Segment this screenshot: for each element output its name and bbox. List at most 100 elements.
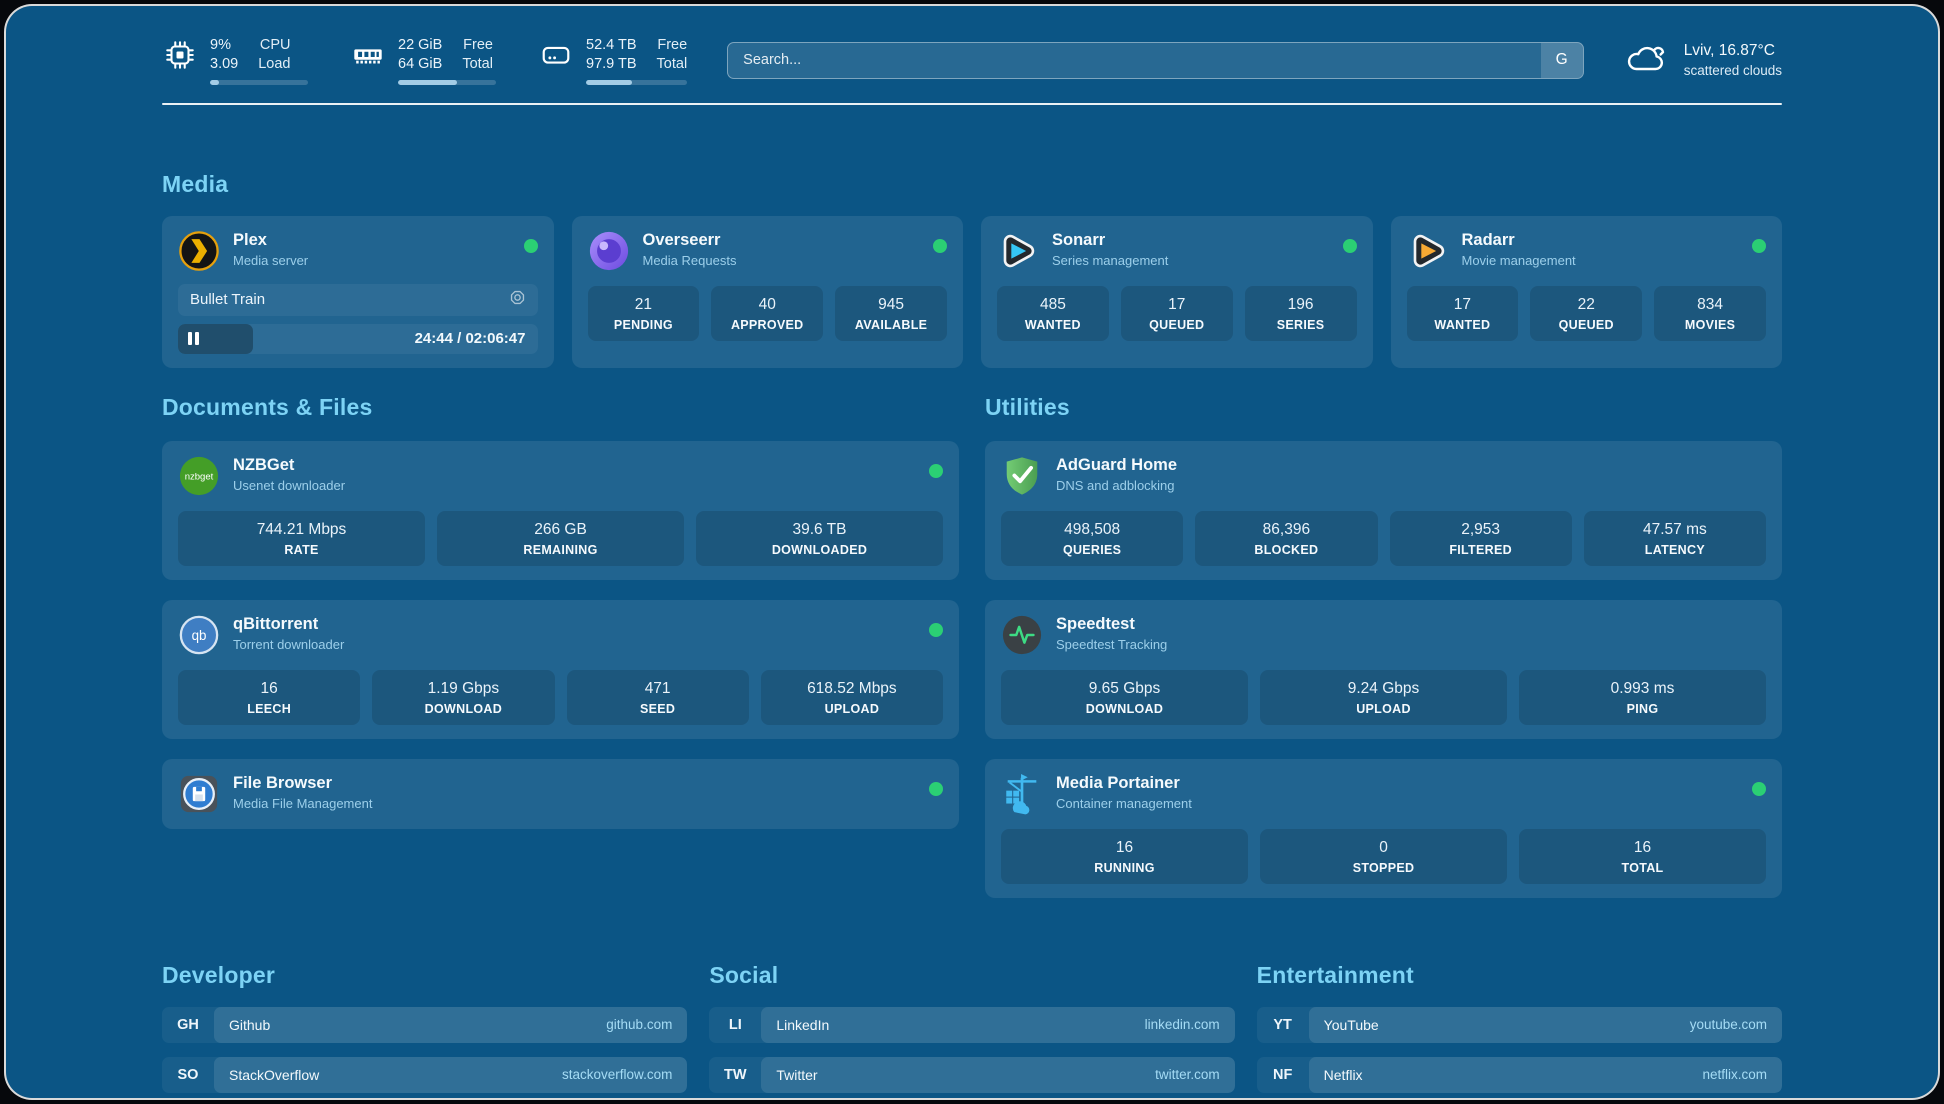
documents-column: Documents & Files nzbget NZBGet Usenet d: [162, 394, 959, 898]
bookmark-twitter[interactable]: TW Twitter twitter.com: [709, 1057, 1234, 1093]
portainer-title: Media Portainer: [1056, 774, 1192, 793]
bookmark-name: Netflix: [1324, 1067, 1363, 1083]
section-title-entertainment: Entertainment: [1257, 962, 1782, 989]
header-divider: [162, 103, 1782, 105]
section-title-utilities: Utilities: [985, 394, 1782, 421]
disk-progress-bar: [586, 80, 687, 85]
speedtest-card[interactable]: Speedtest Speedtest Tracking 9.65 Gbps D…: [985, 600, 1782, 739]
sonarr-wanted-tile: 485 WANTED: [997, 286, 1109, 341]
bookmark-linkedin[interactable]: LI LinkedIn linkedin.com: [709, 1007, 1234, 1043]
overseerr-status-dot: [933, 239, 947, 253]
nzbget-title: NZBGet: [233, 456, 345, 475]
pause-button[interactable]: [188, 332, 199, 345]
plex-title: Plex: [233, 231, 308, 250]
qbittorrent-download-tile: 1.19 Gbps DOWNLOAD: [372, 670, 554, 725]
portainer-stopped-tile: 0 STOPPED: [1260, 829, 1507, 884]
search-input[interactable]: [728, 52, 1541, 68]
speedtest-title: Speedtest: [1056, 615, 1167, 634]
section-title-media: Media: [162, 171, 1782, 198]
overseerr-card[interactable]: Overseerr Media Requests 21 PENDING 40 A…: [572, 216, 964, 368]
plex-now-playing-title: Bullet Train: [190, 291, 265, 308]
weather-location: Lviv, 16.87°C: [1684, 41, 1782, 62]
svg-text:nzbget: nzbget: [185, 471, 214, 482]
bookmark-stackoverflow[interactable]: SO StackOverflow stackoverflow.com: [162, 1057, 687, 1093]
radarr-queued-tile: 22 QUEUED: [1530, 286, 1642, 341]
bookmark-url: github.com: [606, 1017, 672, 1032]
search-bar: G: [727, 42, 1584, 79]
memory-icon: [350, 37, 386, 73]
portainer-card[interactable]: Media Portainer Container management 16 …: [985, 759, 1782, 898]
adguard-icon: [1001, 455, 1043, 497]
filebrowser-subtitle: Media File Management: [233, 796, 372, 811]
bookmark-url: stackoverflow.com: [562, 1067, 672, 1082]
filebrowser-card[interactable]: File Browser Media File Management: [162, 759, 959, 829]
speedtest-ping-tile: 0.993 ms PING: [1519, 670, 1766, 725]
overseerr-icon: [588, 230, 630, 272]
disk-free-value: 52.4 TB: [586, 36, 637, 55]
portainer-subtitle: Container management: [1056, 796, 1192, 811]
speedtest-upload-tile: 9.24 Gbps UPLOAD: [1260, 670, 1507, 725]
sonarr-icon: [997, 230, 1039, 272]
bookmark-name: LinkedIn: [776, 1017, 829, 1033]
plex-status-dot: [524, 239, 538, 253]
memory-stat: 22 GiB 64 GiB Free Total: [350, 36, 496, 85]
cpu-load-label: Load: [258, 55, 290, 74]
cpu-stat: 9% 3.09 CPU Load: [162, 36, 308, 85]
disk-total-value: 97.9 TB: [586, 55, 637, 74]
bookmark-url: linkedin.com: [1145, 1017, 1220, 1032]
bookmark-github[interactable]: GH Github github.com: [162, 1007, 687, 1043]
memory-free-value: 22 GiB: [398, 36, 442, 55]
qbittorrent-leech-tile: 16 LEECH: [178, 670, 360, 725]
overseerr-pending-tile: 21 PENDING: [588, 286, 700, 341]
memory-free-label: Free: [462, 36, 493, 55]
radarr-movies-tile: 834 MOVIES: [1654, 286, 1766, 341]
bookmark-netflix[interactable]: NF Netflix netflix.com: [1257, 1057, 1782, 1093]
social-links-column: Social LI LinkedIn linkedin.com TW Twitt…: [709, 962, 1234, 1098]
radarr-card[interactable]: Radarr Movie management 17 WANTED 22 QUE…: [1391, 216, 1783, 368]
bookmark-name: StackOverflow: [229, 1067, 319, 1083]
sonarr-series-tile: 196 SERIES: [1245, 286, 1357, 341]
memory-total-label: Total: [462, 55, 493, 74]
disk-total-label: Total: [657, 55, 688, 74]
qbittorrent-seed-tile: 471 SEED: [567, 670, 749, 725]
weather-condition: scattered clouds: [1684, 62, 1782, 80]
entertainment-links-column: Entertainment YT YouTube youtube.com NF …: [1257, 962, 1782, 1098]
portainer-status-dot: [1752, 782, 1766, 796]
section-title-social: Social: [709, 962, 1234, 989]
adguard-latency-tile: 47.57 ms LATENCY: [1584, 511, 1766, 566]
overseerr-available-tile: 945 AVAILABLE: [835, 286, 947, 341]
section-title-developer: Developer: [162, 962, 687, 989]
dashboard-page: 9% 3.09 CPU Load: [6, 6, 1938, 1098]
radarr-subtitle: Movie management: [1462, 253, 1576, 268]
bookmark-abbr: GH: [162, 1007, 214, 1043]
system-stats: 9% 3.09 CPU Load: [162, 36, 687, 85]
portainer-icon: [1001, 773, 1043, 815]
adguard-subtitle: DNS and adblocking: [1056, 478, 1177, 493]
qbittorrent-card[interactable]: qb qBittorrent Torrent downloader 16 LEE…: [162, 600, 959, 739]
bookmark-name: Twitter: [776, 1067, 817, 1083]
adguard-card[interactable]: AdGuard Home DNS and adblocking 498,508 …: [985, 441, 1782, 580]
plex-now-playing-row: Bullet Train: [178, 284, 538, 316]
qbittorrent-subtitle: Torrent downloader: [233, 637, 344, 652]
weather-widget: Lviv, 16.87°C scattered clouds: [1624, 40, 1782, 81]
qbittorrent-icon: qb: [178, 614, 220, 656]
speedtest-subtitle: Speedtest Tracking: [1056, 637, 1167, 652]
qbittorrent-title: qBittorrent: [233, 615, 344, 634]
overseerr-approved-tile: 40 APPROVED: [711, 286, 823, 341]
plex-progress-row: 24:44 / 02:06:47: [178, 324, 538, 354]
disk-icon: [538, 37, 574, 73]
settings-icon[interactable]: [509, 289, 526, 310]
sonarr-card[interactable]: Sonarr Series management 485 WANTED 17 Q…: [981, 216, 1373, 368]
bookmark-abbr: NF: [1257, 1057, 1309, 1093]
bookmark-youtube[interactable]: YT YouTube youtube.com: [1257, 1007, 1782, 1043]
plex-card[interactable]: Plex Media server Bullet Train: [162, 216, 554, 368]
developer-links-column: Developer GH Github github.com SO StackO…: [162, 962, 687, 1098]
overseerr-title: Overseerr: [643, 231, 737, 250]
top-bar: 9% 3.09 CPU Load: [162, 36, 1782, 85]
svg-text:qb: qb: [192, 627, 207, 642]
cpu-usage-value: 9%: [210, 36, 238, 55]
adguard-title: AdGuard Home: [1056, 456, 1177, 475]
search-provider-button[interactable]: G: [1541, 43, 1583, 78]
overseerr-subtitle: Media Requests: [643, 253, 737, 268]
nzbget-card[interactable]: nzbget NZBGet Usenet downloader 744.21 M…: [162, 441, 959, 580]
